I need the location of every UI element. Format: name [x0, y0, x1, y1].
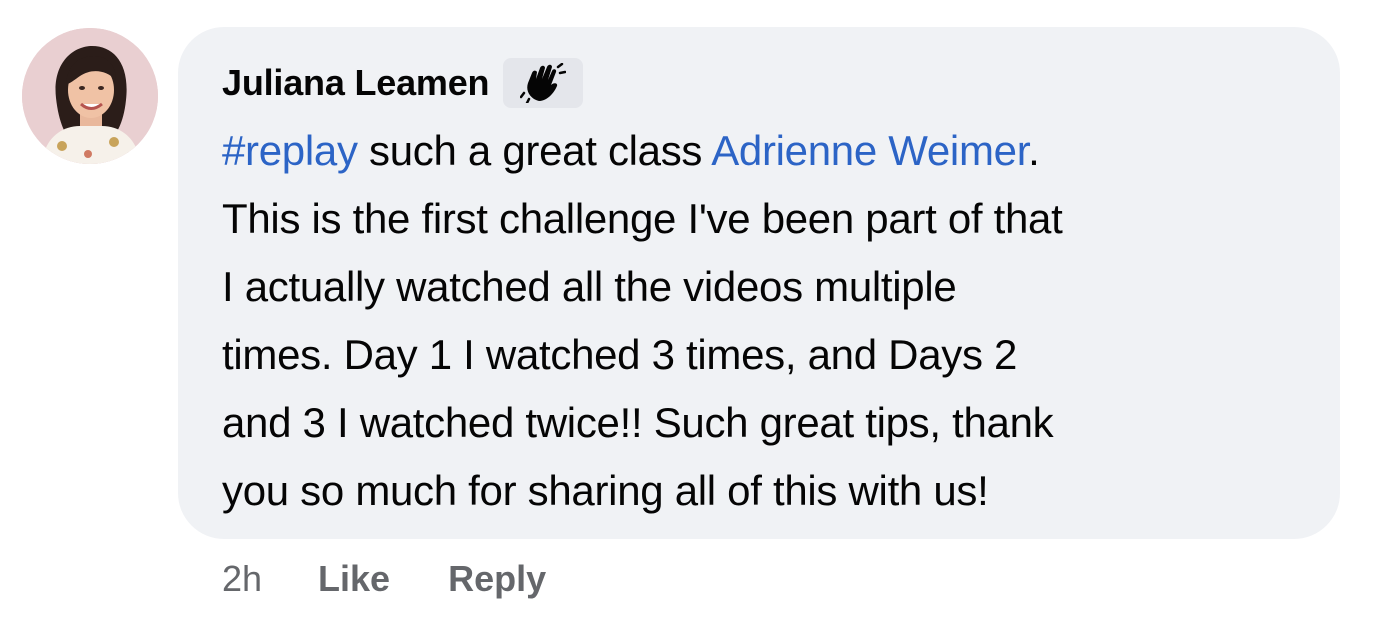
comment-actions: 2h Like Reply — [222, 558, 546, 600]
comment-text: #replay such a great class Adrienne Weim… — [222, 117, 1302, 525]
comment-text-segment: times. Day 1 I watched 3 times, and Days… — [222, 331, 1018, 378]
comment-text-segment: I actually watched all the videos multip… — [222, 263, 957, 310]
comment-text-segment: and 3 I watched twice!! Such great tips,… — [222, 399, 1054, 446]
comment-text-segment: you so much for sharing all of this with… — [222, 467, 989, 514]
author-row: Juliana Leamen — [222, 57, 1302, 109]
like-button[interactable]: Like — [318, 558, 390, 600]
comment-text-segment: This is the first challenge I've been pa… — [222, 195, 1063, 242]
comment-text-line: This is the first challenge I've been pa… — [222, 185, 1302, 253]
comment-text-line: I actually watched all the videos multip… — [222, 253, 1302, 321]
author-avatar[interactable] — [22, 28, 158, 164]
timestamp[interactable]: 2h — [222, 558, 262, 600]
comment-text-segment: such a great class — [357, 127, 712, 174]
comment-text-segment: . — [1028, 127, 1040, 174]
author-name[interactable]: Juliana Leamen — [222, 62, 490, 104]
mention-link[interactable]: Adrienne Weimer — [711, 127, 1028, 174]
waving-hand-icon[interactable] — [503, 58, 584, 108]
hashtag-link[interactable]: #replay — [222, 127, 358, 174]
comment-text-line: #replay such a great class Adrienne Weim… — [222, 117, 1302, 185]
comment-text-line: you so much for sharing all of this with… — [222, 457, 1302, 525]
comment-text-line: times. Day 1 I watched 3 times, and Days… — [222, 321, 1302, 389]
comment-bubble: Juliana Leamen #replay such a great clas… — [178, 27, 1340, 539]
reply-button[interactable]: Reply — [448, 558, 546, 600]
comment-text-line: and 3 I watched twice!! Such great tips,… — [222, 389, 1302, 457]
